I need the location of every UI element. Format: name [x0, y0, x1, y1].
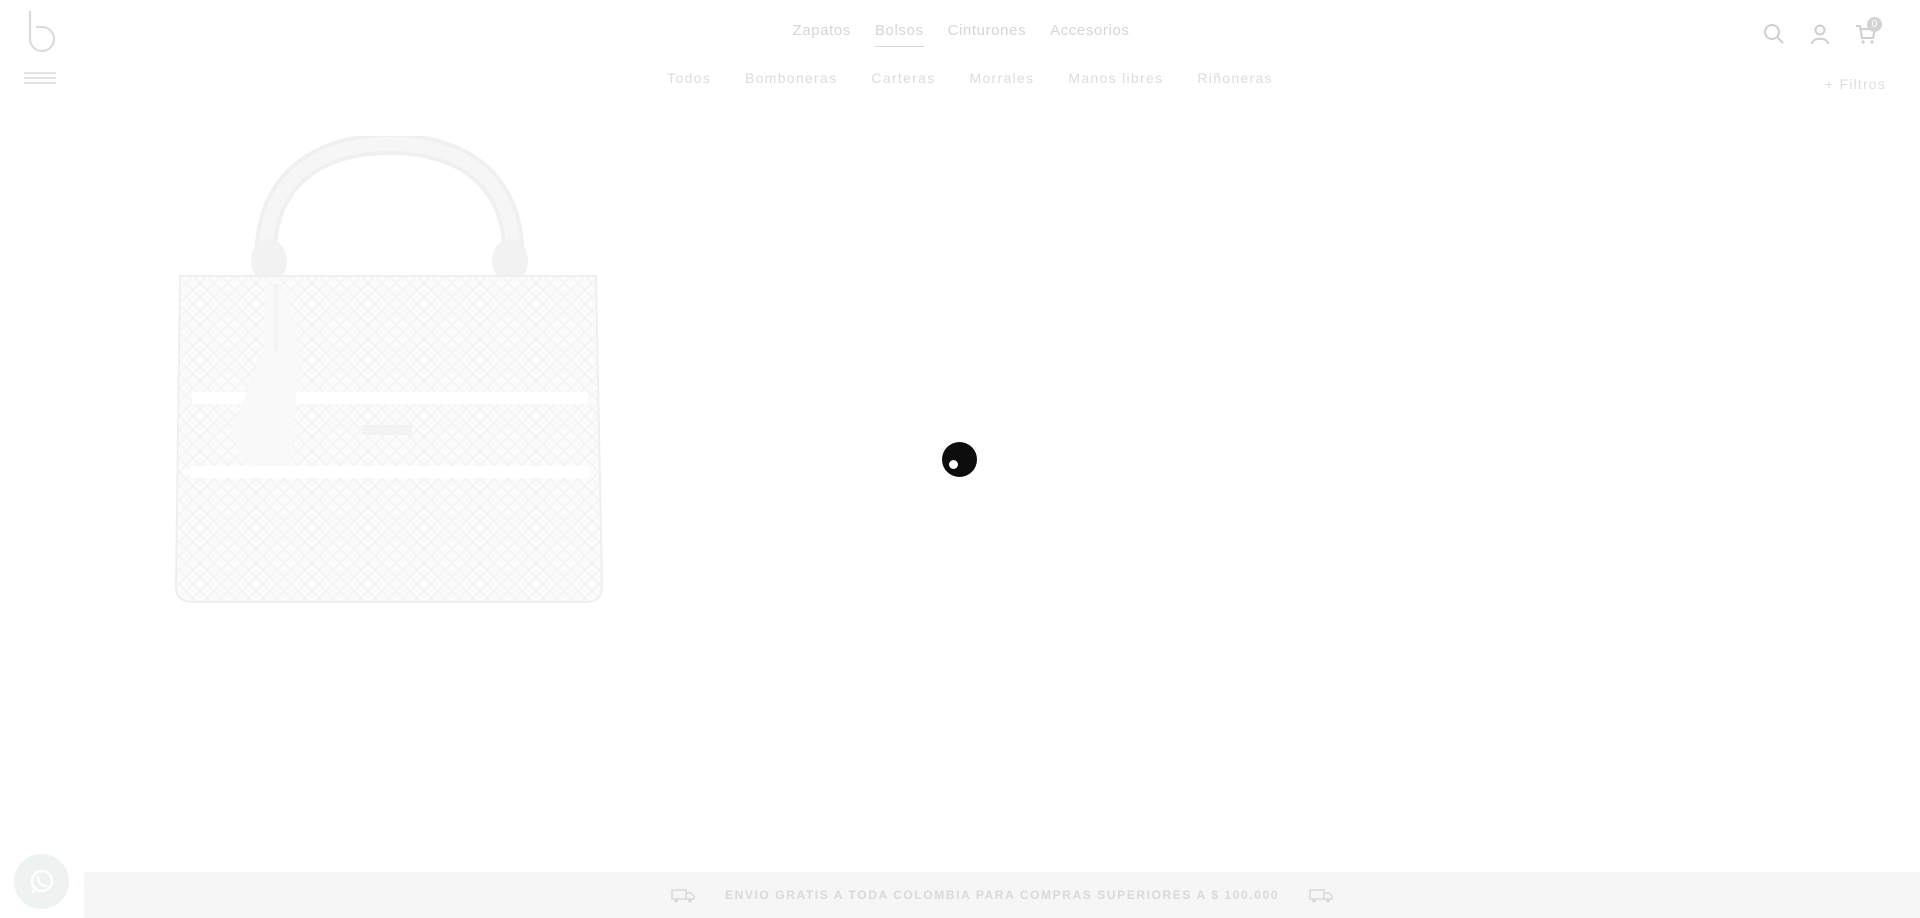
nav-bolsos[interactable]: Bolsos	[874, 22, 924, 47]
page: Zapatos Bolsos Cinturones Accesorios Tod…	[0, 0, 1920, 918]
nav-zapatos[interactable]: Zapatos	[793, 22, 851, 47]
cart-button[interactable]: 0	[1854, 17, 1882, 46]
whatsapp-button[interactable]	[14, 854, 69, 909]
nav-accesorios[interactable]: Accesorios	[1050, 22, 1129, 47]
subnav-carteras[interactable]: Carteras	[871, 70, 935, 86]
free-shipping-text: ENVIO GRATIS A TODA COLOMBIA PARA COMPRA…	[724, 888, 1280, 902]
category-subnav: Todos Bomboneras Carteras Morrales Manos…	[0, 70, 1920, 86]
search-icon[interactable]	[1762, 22, 1786, 46]
truck-icon	[1309, 889, 1333, 903]
cart-count-badge: 0	[1867, 17, 1882, 32]
filters-toggle[interactable]: + Filtros	[1825, 76, 1886, 92]
main-nav: Zapatos Bolsos Cinturones Accesorios	[0, 22, 1920, 47]
product-image-tote-bag[interactable]	[172, 136, 608, 606]
subnav-morrales[interactable]: Morrales	[970, 70, 1035, 86]
truck-icon	[671, 889, 695, 903]
user-icon[interactable]	[1808, 22, 1832, 46]
subnav-todos[interactable]: Todos	[667, 70, 711, 86]
subnav-rinoneras[interactable]: Riñoneras	[1197, 70, 1273, 86]
free-shipping-banner: ENVIO GRATIS A TODA COLOMBIA PARA COMPRA…	[84, 872, 1920, 918]
whatsapp-icon	[30, 869, 53, 893]
subnav-bomboneras[interactable]: Bomboneras	[745, 70, 837, 86]
subnav-manos-libres[interactable]: Manos libres	[1068, 70, 1163, 86]
nav-cinturones[interactable]: Cinturones	[948, 22, 1027, 47]
header-actions: 0	[1762, 17, 1882, 46]
loading-spinner-icon	[942, 442, 977, 477]
